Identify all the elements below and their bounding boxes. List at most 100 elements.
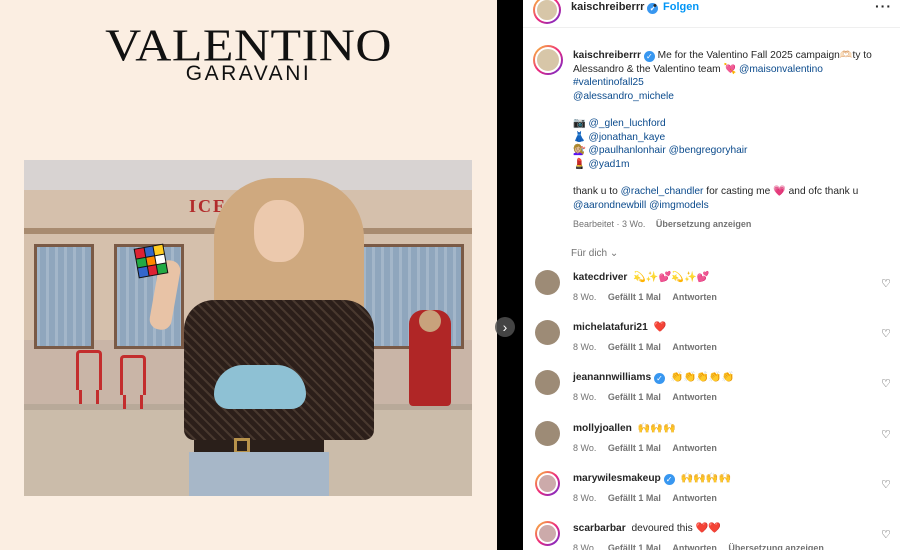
caption-username[interactable]: kaischreiberrr	[573, 50, 641, 61]
comment-body: scarbarbar devoured this ❤️❤️	[573, 523, 721, 534]
heart-icon[interactable]: ♡	[881, 528, 891, 541]
translate-link[interactable]: Übersetzung anzeigen	[656, 219, 752, 229]
comment-body: marywilesmakeup ✓ 🙌🙌🙌🙌	[573, 473, 731, 485]
reply-button[interactable]: Antworten	[672, 392, 717, 402]
comment-text: 👏👏👏👏👏	[670, 372, 735, 383]
comment-age: 8 Wo.	[573, 543, 597, 550]
photo-model-jeans	[189, 452, 329, 496]
heart-icon[interactable]: ♡	[881, 478, 891, 491]
avatar[interactable]	[535, 270, 560, 295]
comments-pane: kaischreiberrr ✓ • Folgen ··· kaischreib…	[523, 0, 900, 550]
photo-model-belt	[194, 440, 324, 452]
chevron-right-icon[interactable]: ›	[495, 317, 515, 337]
reply-button[interactable]: Antworten	[672, 292, 717, 302]
comment-username[interactable]: michelatafuri21	[573, 322, 648, 333]
heart-icon[interactable]: ♡	[881, 428, 891, 441]
comment-likes[interactable]: Gefällt 1 Mal	[608, 543, 661, 550]
comment-username[interactable]: scarbarbar	[573, 523, 626, 534]
avatar[interactable]	[535, 370, 560, 395]
comment-age: 8 Wo.	[573, 342, 597, 352]
avatar[interactable]	[535, 521, 560, 546]
comment-body: jeanannwilliams ✓ 👏👏👏👏👏	[573, 372, 734, 384]
verified-icon: ✓	[663, 474, 675, 485]
caption-meta: Bearbeitet · 3 Wo. Übersetzung anzeigen	[573, 219, 751, 229]
caption-text: for casting me 💗 and ofc thank u	[706, 185, 859, 197]
comment-row: scarbarbar devoured this ❤️❤️ 8 Wo. Gefä…	[523, 521, 900, 550]
comment-likes[interactable]: Gefällt 1 Mal	[608, 392, 661, 402]
rubiks-cube	[133, 243, 169, 279]
caption-avatar[interactable]	[533, 45, 563, 75]
comment-age: 8 Wo.	[573, 443, 597, 453]
avatar[interactable]	[535, 320, 560, 345]
avatar[interactable]	[535, 471, 560, 496]
verified-icon: ✓	[643, 51, 655, 62]
comment-body: michelatafuri21 ❤️	[573, 322, 666, 333]
header-username[interactable]: kaischreiberrr ✓	[571, 1, 659, 14]
comment-row: michelatafuri21 ❤️ 8 Wo. Gefällt 1 Mal A…	[523, 320, 900, 364]
heart-icon[interactable]: ♡	[881, 327, 891, 340]
comment-text: 🙌🙌🙌	[637, 423, 676, 434]
campaign-photo: ICE CREAM	[24, 160, 472, 496]
follow-button[interactable]: Folgen	[663, 1, 699, 13]
caption-text: Alessandro & the Valentino team 💘	[573, 63, 737, 75]
comment-text: ❤️	[653, 322, 667, 333]
comment-age: 8 Wo.	[573, 392, 597, 402]
mention-link[interactable]: @_glen_luchford	[589, 118, 666, 129]
comment-likes[interactable]: Gefällt 1 Mal	[608, 493, 661, 503]
avatar[interactable]	[533, 0, 561, 24]
caption-text: Me for the Valentino Fall 2025 campaign🫶…	[657, 50, 872, 61]
photo-seated-figure-head	[419, 310, 441, 332]
comment-text: 💫✨💕💫✨💕	[633, 272, 710, 283]
photo-model-face	[254, 200, 304, 262]
mention-link[interactable]: @paulhanlonhair	[589, 145, 666, 156]
comment-likes[interactable]: Gefällt 1 Mal	[608, 342, 661, 352]
comment-meta: 8 Wo. Gefällt 1 Mal Antworten	[573, 392, 726, 402]
mention-link[interactable]: @yad1m	[589, 159, 630, 170]
mention-link[interactable]: @bengregoryhair	[669, 145, 748, 156]
comment-username[interactable]: mollyjoallen	[573, 423, 632, 434]
separator-dot: •	[653, 0, 657, 12]
mention-link[interactable]: @aarondnewbill	[573, 200, 646, 211]
mention-link[interactable]: @imgmodels	[649, 200, 709, 211]
heart-icon[interactable]: ♡	[881, 277, 891, 290]
avatar[interactable]	[535, 421, 560, 446]
reply-button[interactable]: Antworten	[672, 443, 717, 453]
comment-text: devoured this ❤️❤️	[631, 523, 721, 534]
mention-link[interactable]: @maisonvalentino	[739, 64, 823, 75]
hashtag-link[interactable]: #valentinofall25	[573, 77, 644, 88]
comment-age: 8 Wo.	[573, 292, 597, 302]
comment-username[interactable]: jeanannwilliams	[573, 372, 651, 383]
post-header: kaischreiberrr ✓ • Folgen ···	[523, 0, 900, 28]
comment-row: mollyjoallen 🙌🙌🙌 8 Wo. Gefällt 1 Mal Ant…	[523, 421, 900, 465]
sort-for-you-dropdown[interactable]: Für dich ⌄	[571, 248, 618, 259]
translate-link[interactable]: Übersetzung anzeigen	[728, 543, 824, 550]
comment-likes[interactable]: Gefällt 1 Mal	[608, 292, 661, 302]
dress-icon: 👗	[573, 131, 586, 143]
camera-icon: 📷	[573, 117, 586, 129]
reply-button[interactable]: Antworten	[672, 342, 717, 352]
haircut-icon: 💇🏼‍♀️	[573, 145, 586, 157]
reply-button[interactable]: Antworten	[672, 493, 717, 503]
comment-username[interactable]: marywilesmakeup	[573, 473, 661, 484]
heart-icon[interactable]: ♡	[881, 377, 891, 390]
mention-link[interactable]: @alessandro_michele	[573, 91, 674, 102]
mention-link[interactable]: @rachel_chandler	[621, 186, 704, 197]
comment-meta: 8 Wo. Gefällt 1 Mal Antworten	[573, 443, 726, 453]
reply-button[interactable]: Antworten	[672, 543, 717, 550]
comment-text: 🙌🙌🙌🙌	[680, 473, 732, 484]
more-horizontal-icon[interactable]: ···	[875, 0, 892, 14]
lipstick-icon: 💄	[573, 158, 586, 170]
photo-window	[34, 244, 94, 349]
comment-body: katecdriver 💫✨💕💫✨💕	[573, 272, 709, 283]
comment-meta: 8 Wo. Gefällt 1 Mal Antworten	[573, 292, 726, 302]
comment-username[interactable]: katecdriver	[573, 272, 627, 283]
photo-chair	[76, 350, 102, 404]
comment-likes[interactable]: Gefällt 1 Mal	[608, 443, 661, 453]
brand-logo-sub: GARAVANI	[185, 62, 312, 85]
comment-row: marywilesmakeup ✓ 🙌🙌🙌🙌 8 Wo. Gefällt 1 M…	[523, 471, 900, 515]
comment-meta: 8 Wo. Gefällt 1 Mal Antworten Übersetzun…	[573, 543, 833, 550]
post-media: VALENTINO GARAVANI ICE CREAM	[0, 0, 497, 550]
header-username-text[interactable]: kaischreiberrr	[571, 1, 644, 13]
comment-meta: 8 Wo. Gefällt 1 Mal Antworten	[573, 493, 726, 503]
mention-link[interactable]: @jonathan_kaye	[589, 132, 666, 143]
